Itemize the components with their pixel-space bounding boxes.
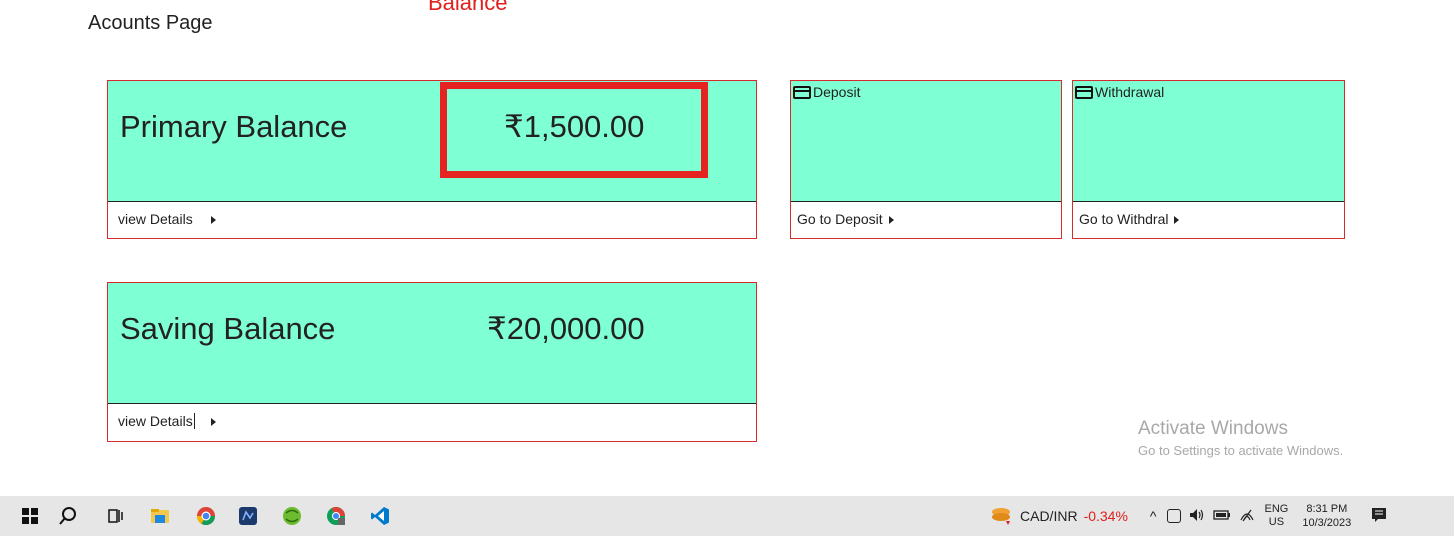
task-view-icon[interactable] <box>106 506 126 526</box>
withdrawal-card: Withdrawal Go to Withdral <box>1072 80 1345 239</box>
activate-windows-title: Activate Windows <box>1138 418 1288 439</box>
battery-icon[interactable] <box>1212 509 1231 524</box>
saving-balance-amount: ₹20,000.00 <box>487 311 645 346</box>
deposit-title-label: Deposit <box>813 84 861 100</box>
chrome-icon[interactable] <box>196 506 216 526</box>
eclipse-icon[interactable] <box>282 506 302 526</box>
withdrawal-body: Withdrawal <box>1073 81 1344 202</box>
view-details-label: view Details <box>118 211 193 227</box>
saving-balance-body: Saving Balance ₹20,000.00 <box>108 283 756 404</box>
volume-icon[interactable] <box>1189 508 1205 525</box>
go-to-withdrawal-link[interactable]: Go to Withdral <box>1073 202 1344 238</box>
clock[interactable]: 8:31 PM 10/3/2023 <box>1302 502 1351 530</box>
language-indicator[interactable]: ENG US <box>1265 503 1289 529</box>
language-code: ENG <box>1264 503 1289 515</box>
search-icon[interactable] <box>58 506 78 526</box>
page-title: Acounts Page <box>88 12 213 34</box>
ticker-change[interactable]: -0.34% <box>1084 508 1128 524</box>
caret-right-icon <box>1174 216 1180 224</box>
chrome-alt-icon[interactable] <box>326 506 346 526</box>
go-to-deposit-label: Go to Deposit <box>797 211 883 227</box>
primary-balance-label: Primary Balance <box>120 109 348 144</box>
go-to-withdrawal-label: Go to Withdral <box>1079 211 1169 227</box>
saving-view-details-link[interactable]: view Details <box>108 404 756 440</box>
region-code: US <box>1268 516 1285 528</box>
activate-windows-subtitle: Go to Settings to activate Windows. <box>1138 443 1344 458</box>
taskbar: CAD/INR -0.34% ^ ENG US 8:31 PM 10/3/202… <box>0 496 1454 536</box>
clock-date: 10/3/2023 <box>1302 517 1352 529</box>
notification-center-icon[interactable] <box>1371 507 1387 526</box>
saving-balance-label: Saving Balance <box>120 311 336 346</box>
saving-balance-card: Saving Balance ₹20,000.00 view Details <box>107 282 757 442</box>
credit-card-icon <box>1075 85 1093 99</box>
show-hidden-icons-chevron-icon[interactable]: ^ <box>1150 508 1157 524</box>
system-tray: CAD/INR -0.34% ^ ENG US 8:31 PM 10/3/202… <box>990 496 1387 536</box>
file-explorer-icon[interactable] <box>150 506 170 526</box>
go-to-deposit-link[interactable]: Go to Deposit <box>791 202 1061 238</box>
clock-time: 8:31 PM <box>1306 503 1348 515</box>
caret-right-icon <box>210 216 216 224</box>
deposit-card: Deposit Go to Deposit <box>790 80 1062 239</box>
withdrawal-title: Withdrawal <box>1075 84 1164 100</box>
text-cursor <box>193 413 195 429</box>
app-icon[interactable] <box>238 506 258 526</box>
windows-start-icon[interactable] <box>20 506 40 526</box>
credit-card-icon <box>793 85 811 99</box>
vscode-icon[interactable] <box>370 506 390 526</box>
currency-ticker-icon[interactable] <box>990 506 1014 526</box>
view-details-label: view Details <box>118 413 193 429</box>
annotation-label: Balance <box>428 0 508 15</box>
wifi-icon[interactable] <box>1239 508 1255 525</box>
caret-right-icon <box>888 216 894 224</box>
meet-now-icon[interactable] <box>1166 509 1181 523</box>
deposit-body: Deposit <box>791 81 1061 202</box>
primary-view-details-link[interactable]: view Details <box>108 202 756 238</box>
ticker-pair[interactable]: CAD/INR <box>1020 508 1078 524</box>
withdrawal-title-label: Withdrawal <box>1095 84 1165 100</box>
highlight-annotation-box <box>440 82 708 178</box>
caret-right-icon <box>210 418 216 426</box>
activate-windows-watermark: Activate Windows Go to Settings to activ… <box>1138 418 1343 458</box>
deposit-title: Deposit <box>793 84 860 100</box>
